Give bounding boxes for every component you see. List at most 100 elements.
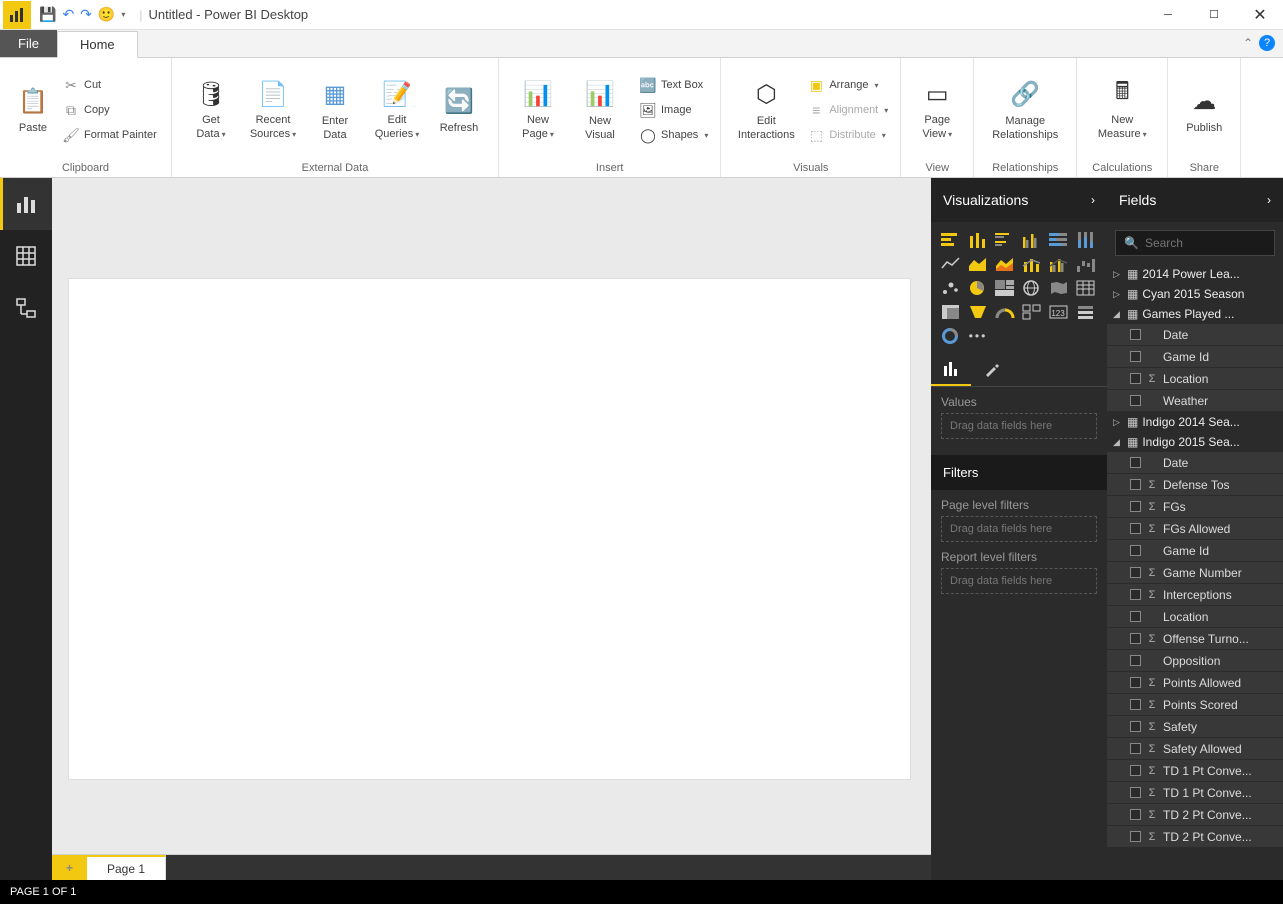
fields-panel-header[interactable]: Fields› [1107,178,1283,222]
field-item[interactable]: ΣTD 2 Pt Conve... [1107,826,1283,848]
waterfall-icon[interactable] [1074,254,1098,274]
stacked-area-icon[interactable] [993,254,1017,274]
search-input[interactable] [1145,236,1283,250]
viz-panel-header[interactable]: Visualizations› [931,178,1107,222]
data-view-button[interactable] [0,230,52,282]
format-painter-button[interactable]: 🖌Format Painter [58,124,161,146]
slicer-icon[interactable] [1074,302,1098,322]
card-icon[interactable]: 123 [1047,302,1071,322]
field-checkbox[interactable] [1130,721,1141,732]
field-checkbox[interactable] [1130,589,1141,600]
field-item[interactable]: ΣTD 1 Pt Conve... [1107,760,1283,782]
field-checkbox[interactable] [1130,787,1141,798]
scatter-icon[interactable] [939,278,963,298]
manage-relationships-button[interactable]: 🔗Manage Relationships [982,77,1068,144]
pie-icon[interactable] [966,278,990,298]
field-checkbox[interactable] [1130,831,1141,842]
field-checkbox[interactable] [1130,523,1141,534]
edit-interactions-button[interactable]: ⬡Edit Interactions [729,77,803,144]
more-visuals-icon[interactable]: ••• [966,326,990,346]
field-checkbox[interactable] [1130,567,1141,578]
refresh-button[interactable]: 🔄Refresh [428,84,490,137]
field-checkbox[interactable] [1130,479,1141,490]
fields-search[interactable]: 🔍 [1115,230,1275,256]
shapes-button[interactable]: ◯Shapes▾ [635,124,712,146]
field-checkbox[interactable] [1130,765,1141,776]
fields-tab[interactable] [931,354,971,386]
clustered-column-icon[interactable] [1020,230,1044,250]
file-tab[interactable]: File [0,30,57,57]
table-icon[interactable] [1074,278,1098,298]
table-item[interactable]: ▷▦Cyan 2015 Season [1107,284,1283,304]
funnel-icon[interactable] [966,302,990,322]
line-clustered-column-icon[interactable] [1047,254,1071,274]
field-item[interactable]: Game Id [1107,540,1283,562]
new-measure-button[interactable]: 🖩New Measure▾ [1085,76,1159,144]
field-checkbox[interactable] [1130,373,1141,384]
report-canvas[interactable] [68,278,911,780]
field-item[interactable]: ΣSafety Allowed [1107,738,1283,760]
cut-button[interactable]: ✂Cut [58,74,161,96]
get-data-button[interactable]: 🛢Get Data▾ [180,76,242,144]
field-item[interactable]: Location [1107,606,1283,628]
100-stacked-column-icon[interactable] [1074,230,1098,250]
field-item[interactable]: ΣLocation [1107,368,1283,390]
paste-button[interactable]: 📋 Paste [8,84,58,137]
field-checkbox[interactable] [1130,611,1141,622]
field-item[interactable]: ΣTD 1 Pt Conve... [1107,782,1283,804]
filled-map-icon[interactable] [1047,278,1071,298]
field-item[interactable]: ΣPoints Allowed [1107,672,1283,694]
field-item[interactable]: Weather [1107,390,1283,412]
field-item[interactable]: ΣPoints Scored [1107,694,1283,716]
field-checkbox[interactable] [1130,743,1141,754]
table-item[interactable]: ▷▦2014 Power Lea... [1107,264,1283,284]
smiley-icon[interactable]: 🙂 [98,6,115,23]
alignment-button[interactable]: ≡Alignment▾ [803,99,892,121]
copy-button[interactable]: ⧉Copy [58,99,161,121]
field-checkbox[interactable] [1130,809,1141,820]
undo-icon[interactable]: ↶ [62,6,74,23]
format-tab[interactable] [971,354,1011,386]
field-item[interactable]: ΣTD 2 Pt Conve... [1107,804,1283,826]
close-button[interactable]: ✕ [1237,0,1283,30]
multi-card-icon[interactable] [1020,302,1044,322]
redo-icon[interactable]: ↷ [80,6,92,23]
field-checkbox[interactable] [1130,655,1141,666]
map-icon[interactable] [1020,278,1044,298]
stacked-bar-icon[interactable] [939,230,963,250]
arrange-button[interactable]: ▣Arrange▾ [803,74,892,96]
treemap-icon[interactable] [993,278,1017,298]
recent-sources-button[interactable]: 📄Recent Sources▾ [242,76,304,144]
values-dropzone[interactable]: Drag data fields here [941,413,1097,439]
home-tab[interactable]: Home [57,31,138,58]
field-checkbox[interactable] [1130,501,1141,512]
report-view-button[interactable] [0,178,52,230]
gauge-icon[interactable] [993,302,1017,322]
table-item[interactable]: ◢▦Games Played ... [1107,304,1283,324]
stacked-column-icon[interactable] [966,230,990,250]
100-stacked-bar-icon[interactable] [1047,230,1071,250]
collapse-ribbon-icon[interactable]: ⌃ [1243,36,1253,50]
page-tab[interactable]: Page 1 [87,855,166,880]
field-item[interactable]: Date [1107,452,1283,474]
save-icon[interactable]: 💾 [39,6,56,23]
report-filters-dropzone[interactable]: Drag data fields here [941,568,1097,594]
field-item[interactable]: ΣFGs Allowed [1107,518,1283,540]
field-item[interactable]: ΣDefense Tos [1107,474,1283,496]
table-item[interactable]: ▷▦Indigo 2014 Sea... [1107,412,1283,432]
field-checkbox[interactable] [1130,699,1141,710]
field-item[interactable]: ΣFGs [1107,496,1283,518]
line-chart-icon[interactable] [939,254,963,274]
help-icon[interactable]: ? [1259,35,1275,51]
new-visual-button[interactable]: 📊New Visual [569,77,631,144]
enter-data-button[interactable]: ▦Enter Data [304,77,366,144]
field-checkbox[interactable] [1130,633,1141,644]
minimize-button[interactable]: ─ [1145,0,1191,30]
field-checkbox[interactable] [1130,329,1141,340]
publish-button[interactable]: ☁Publish [1176,84,1232,137]
new-page-button[interactable]: 📊New Page▾ [507,76,569,144]
page-view-button[interactable]: ▭Page View▾ [909,76,965,144]
line-stacked-column-icon[interactable] [1020,254,1044,274]
maximize-button[interactable]: ☐ [1191,0,1237,30]
field-item[interactable]: ΣOffense Turno... [1107,628,1283,650]
